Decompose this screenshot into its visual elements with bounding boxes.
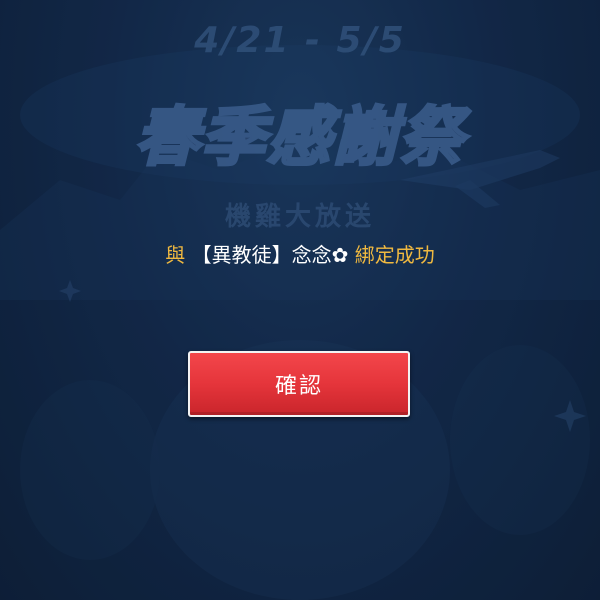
- flower-icon: ✿: [331, 243, 349, 267]
- message-suffix: 綁定成功: [354, 243, 435, 267]
- message-prefix: 與: [165, 243, 186, 267]
- confirm-button[interactable]: 確認: [188, 351, 410, 417]
- guild-bracket-open: 【: [191, 243, 212, 267]
- event-title: 春季感謝祭: [134, 100, 465, 177]
- guild-bracket-close: 】: [271, 243, 292, 267]
- event-dates: 4/21 - 5/5: [194, 20, 406, 61]
- bind-success-message: 與 【異教徒】念念✿ 綁定成功: [0, 240, 600, 270]
- screen: 4/21 - 5/5 春季感謝祭 機雞大放送 與 【異教徒】念念✿ 綁定成功 確…: [0, 0, 600, 600]
- guild-name: 異教徒: [211, 243, 272, 267]
- character-name: 念念: [291, 243, 332, 267]
- event-subtitle: 機雞大放送: [224, 202, 375, 232]
